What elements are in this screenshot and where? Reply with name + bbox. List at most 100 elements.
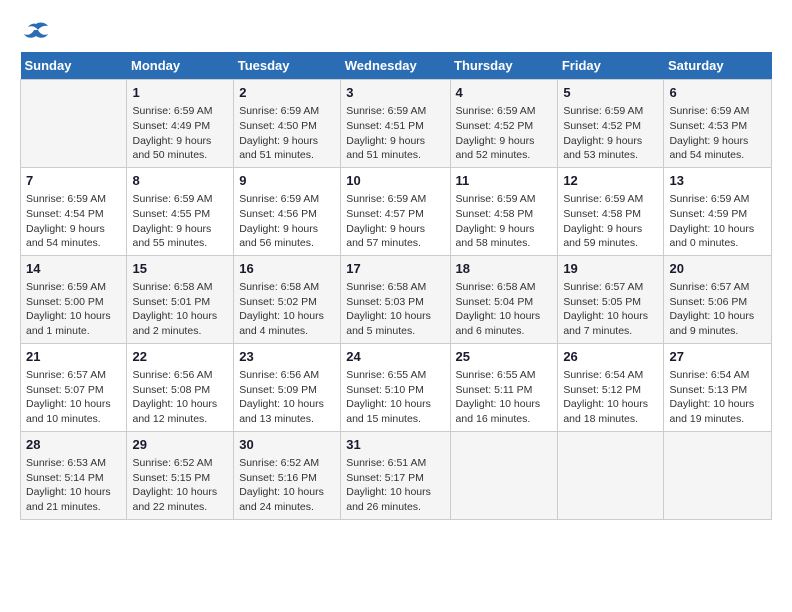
calendar-row: 7Sunrise: 6:59 AMSunset: 4:54 PMDaylight… [21, 167, 772, 255]
calendar-cell: 6 Sunrise: 6:59 AMSunset: 4:53 PMDaylight… [664, 80, 772, 168]
day-number: 29 [132, 436, 228, 454]
calendar-cell: 1 Sunrise: 6:59 AMSunset: 4:49 PMDaylight… [127, 80, 234, 168]
day-info: Sunrise: 6:59 AMSunset: 5:00 PMDaylight:… [26, 280, 121, 339]
day-info: Sunrise: 6:59 AMSunset: 4:49 PMDaylight:… [132, 104, 228, 163]
bird-icon [22, 20, 50, 42]
day-number: 11 [456, 172, 553, 190]
header-row: SundayMondayTuesdayWednesdayThursdayFrid… [21, 52, 772, 80]
calendar-cell: 20 Sunrise: 6:57 AMSunset: 5:06 PMDayligh… [664, 255, 772, 343]
day-info: Sunrise: 6:54 AMSunset: 5:13 PMDaylight:… [669, 368, 766, 427]
calendar-cell: 10 Sunrise: 6:59 AMSunset: 4:57 PMDayligh… [341, 167, 450, 255]
day-number: 19 [563, 260, 658, 278]
day-number: 22 [132, 348, 228, 366]
calendar-header: SundayMondayTuesdayWednesdayThursdayFrid… [21, 52, 772, 80]
day-info: Sunrise: 6:56 AMSunset: 5:09 PMDaylight:… [239, 368, 335, 427]
calendar-cell: 4 Sunrise: 6:59 AMSunset: 4:52 PMDaylight… [450, 80, 558, 168]
calendar-cell: 15Sunrise: 6:58 AMSunset: 5:01 PMDayligh… [127, 255, 234, 343]
calendar-cell: 9Sunrise: 6:59 AMSunset: 4:56 PMDaylight… [234, 167, 341, 255]
day-info: Sunrise: 6:56 AMSunset: 5:08 PMDaylight:… [132, 368, 228, 427]
day-number: 30 [239, 436, 335, 454]
day-info: Sunrise: 6:59 AMSunset: 4:59 PMDaylight:… [669, 192, 766, 251]
day-info: Sunrise: 6:59 AMSunset: 4:52 PMDaylight:… [456, 104, 553, 163]
day-info: Sunrise: 6:59 AMSunset: 4:54 PMDaylight:… [26, 192, 121, 251]
calendar-cell [664, 431, 772, 519]
calendar-cell: 25 Sunrise: 6:55 AMSunset: 5:11 PMDayligh… [450, 343, 558, 431]
header-day: Wednesday [341, 52, 450, 80]
header-day: Tuesday [234, 52, 341, 80]
day-number: 8 [132, 172, 228, 190]
calendar-cell: 11 Sunrise: 6:59 AMSunset: 4:58 PMDayligh… [450, 167, 558, 255]
calendar-cell: 26 Sunrise: 6:54 AMSunset: 5:12 PMDayligh… [558, 343, 664, 431]
day-info: Sunrise: 6:58 AMSunset: 5:03 PMDaylight:… [346, 280, 444, 339]
calendar-cell [558, 431, 664, 519]
day-number: 12 [563, 172, 658, 190]
day-info: Sunrise: 6:58 AMSunset: 5:04 PMDaylight:… [456, 280, 553, 339]
calendar-table: SundayMondayTuesdayWednesdayThursdayFrid… [20, 52, 772, 520]
day-info: Sunrise: 6:59 AMSunset: 4:57 PMDaylight:… [346, 192, 444, 251]
day-number: 13 [669, 172, 766, 190]
calendar-cell: 12Sunrise: 6:59 AMSunset: 4:58 PMDayligh… [558, 167, 664, 255]
calendar-cell: 8Sunrise: 6:59 AMSunset: 4:55 PMDaylight… [127, 167, 234, 255]
calendar-cell: 19Sunrise: 6:57 AMSunset: 5:05 PMDayligh… [558, 255, 664, 343]
day-number: 31 [346, 436, 444, 454]
day-number: 26 [563, 348, 658, 366]
calendar-cell: 31 Sunrise: 6:51 AMSunset: 5:17 PMDayligh… [341, 431, 450, 519]
day-info: Sunrise: 6:59 AMSunset: 4:50 PMDaylight:… [239, 104, 335, 163]
calendar-cell: 2 Sunrise: 6:59 AMSunset: 4:50 PMDaylight… [234, 80, 341, 168]
day-number: 17 [346, 260, 444, 278]
day-number: 6 [669, 84, 766, 102]
day-info: Sunrise: 6:52 AMSunset: 5:16 PMDaylight:… [239, 456, 335, 515]
day-number: 14 [26, 260, 121, 278]
day-number: 20 [669, 260, 766, 278]
day-info: Sunrise: 6:54 AMSunset: 5:12 PMDaylight:… [563, 368, 658, 427]
day-info: Sunrise: 6:59 AMSunset: 4:58 PMDaylight:… [456, 192, 553, 251]
day-info: Sunrise: 6:53 AMSunset: 5:14 PMDaylight:… [26, 456, 121, 515]
calendar-row: 1 Sunrise: 6:59 AMSunset: 4:49 PMDaylight… [21, 80, 772, 168]
day-number: 4 [456, 84, 553, 102]
calendar-cell [21, 80, 127, 168]
day-number: 24 [346, 348, 444, 366]
day-number: 5 [563, 84, 658, 102]
day-number: 1 [132, 84, 228, 102]
calendar-cell: 7Sunrise: 6:59 AMSunset: 4:54 PMDaylight… [21, 167, 127, 255]
calendar-cell: 5Sunrise: 6:59 AMSunset: 4:52 PMDaylight… [558, 80, 664, 168]
day-number: 21 [26, 348, 121, 366]
header-day: Monday [127, 52, 234, 80]
day-number: 18 [456, 260, 553, 278]
day-info: Sunrise: 6:52 AMSunset: 5:15 PMDaylight:… [132, 456, 228, 515]
calendar-cell: 21 Sunrise: 6:57 AMSunset: 5:07 PMDayligh… [21, 343, 127, 431]
header-day: Friday [558, 52, 664, 80]
calendar-cell: 17 Sunrise: 6:58 AMSunset: 5:03 PMDayligh… [341, 255, 450, 343]
calendar-body: 1 Sunrise: 6:59 AMSunset: 4:49 PMDaylight… [21, 80, 772, 520]
calendar-cell: 27Sunrise: 6:54 AMSunset: 5:13 PMDayligh… [664, 343, 772, 431]
calendar-cell [450, 431, 558, 519]
day-info: Sunrise: 6:57 AMSunset: 5:07 PMDaylight:… [26, 368, 121, 427]
calendar-cell: 13 Sunrise: 6:59 AMSunset: 4:59 PMDayligh… [664, 167, 772, 255]
day-info: Sunrise: 6:55 AMSunset: 5:10 PMDaylight:… [346, 368, 444, 427]
page-header [20, 20, 772, 42]
calendar-cell: 23 Sunrise: 6:56 AMSunset: 5:09 PMDayligh… [234, 343, 341, 431]
calendar-row: 14 Sunrise: 6:59 AMSunset: 5:00 PMDayligh… [21, 255, 772, 343]
calendar-row: 28 Sunrise: 6:53 AMSunset: 5:14 PMDayligh… [21, 431, 772, 519]
header-day: Thursday [450, 52, 558, 80]
day-number: 25 [456, 348, 553, 366]
day-info: Sunrise: 6:55 AMSunset: 5:11 PMDaylight:… [456, 368, 553, 427]
calendar-cell: 22 Sunrise: 6:56 AMSunset: 5:08 PMDayligh… [127, 343, 234, 431]
day-number: 2 [239, 84, 335, 102]
calendar-cell: 28 Sunrise: 6:53 AMSunset: 5:14 PMDayligh… [21, 431, 127, 519]
day-info: Sunrise: 6:51 AMSunset: 5:17 PMDaylight:… [346, 456, 444, 515]
calendar-cell: 18 Sunrise: 6:58 AMSunset: 5:04 PMDayligh… [450, 255, 558, 343]
day-number: 28 [26, 436, 121, 454]
day-number: 23 [239, 348, 335, 366]
calendar-row: 21 Sunrise: 6:57 AMSunset: 5:07 PMDayligh… [21, 343, 772, 431]
logo [20, 20, 50, 42]
day-info: Sunrise: 6:57 AMSunset: 5:06 PMDaylight:… [669, 280, 766, 339]
day-info: Sunrise: 6:59 AMSunset: 4:53 PMDaylight:… [669, 104, 766, 163]
day-info: Sunrise: 6:59 AMSunset: 4:56 PMDaylight:… [239, 192, 335, 251]
day-info: Sunrise: 6:59 AMSunset: 4:51 PMDaylight:… [346, 104, 444, 163]
day-number: 15 [132, 260, 228, 278]
day-number: 10 [346, 172, 444, 190]
calendar-cell: 3 Sunrise: 6:59 AMSunset: 4:51 PMDaylight… [341, 80, 450, 168]
day-number: 3 [346, 84, 444, 102]
calendar-cell: 14 Sunrise: 6:59 AMSunset: 5:00 PMDayligh… [21, 255, 127, 343]
